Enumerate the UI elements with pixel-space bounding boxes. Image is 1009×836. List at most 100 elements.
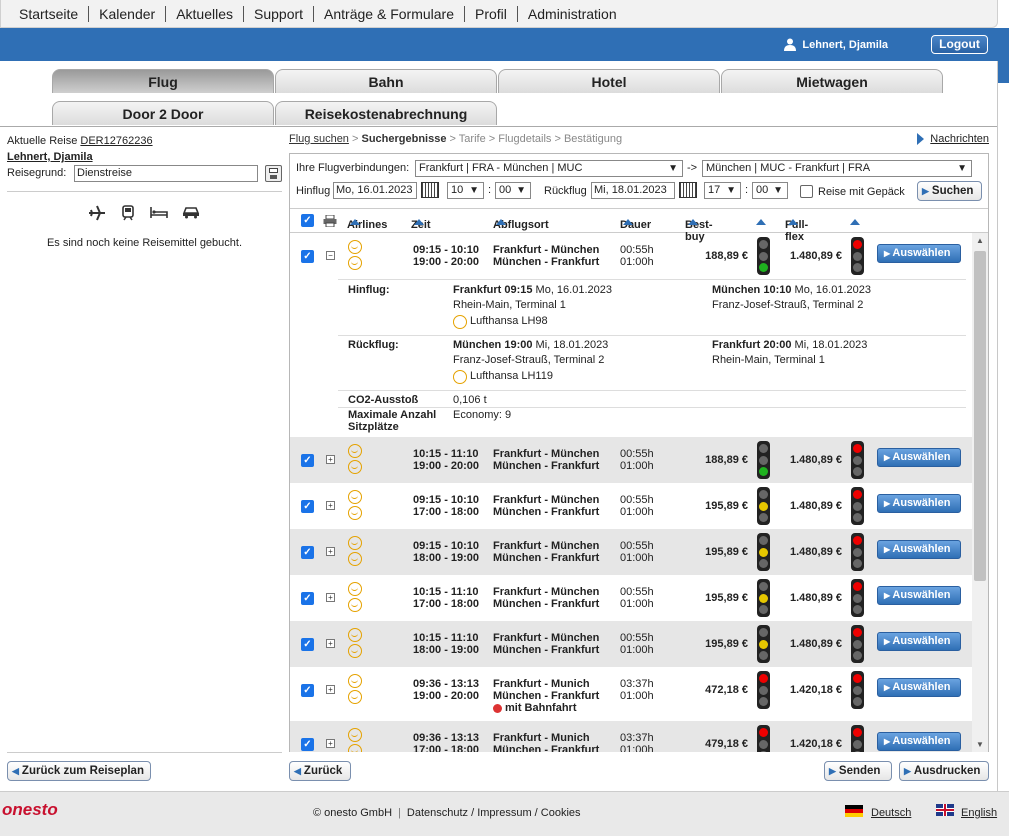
messages-link[interactable]: Nachrichten: [917, 133, 989, 145]
expand-toggle-icon[interactable]: +: [326, 547, 335, 556]
row-checkbox[interactable]: ✓: [301, 592, 314, 605]
tab-hotel[interactable]: Hotel: [498, 69, 720, 93]
nav-kalender[interactable]: Kalender: [89, 5, 167, 22]
sort-up-icon[interactable]: [688, 219, 698, 225]
no-bookings-text: Es sind noch keine Reisemittel gebucht.: [46, 237, 243, 249]
full-flex-price: 1.480,89 €: [790, 546, 842, 558]
uk-flag-icon[interactable]: [936, 804, 954, 816]
calendar-icon[interactable]: [421, 182, 439, 198]
sort-up-icon[interactable]: [414, 219, 424, 225]
detail-return-to-date: Mi, 18.01.2023: [791, 339, 868, 351]
traveler-link[interactable]: Lehnert, Djamila: [7, 151, 93, 163]
select-flight-button[interactable]: ▶ Auswählen: [877, 448, 961, 467]
back-button[interactable]: ◀ Zurück: [289, 761, 351, 781]
tab-bahn[interactable]: Bahn: [275, 69, 497, 93]
select-all-checkbox[interactable]: ✓: [301, 214, 314, 227]
expand-toggle-icon[interactable]: +: [326, 685, 335, 694]
expand-toggle-icon[interactable]: +: [326, 739, 335, 748]
crumb-flug-suchen[interactable]: Flug suchen: [289, 133, 349, 145]
best-buy-traffic-light-icon: [757, 671, 770, 709]
return-hour-select[interactable]: 17 ▼: [704, 182, 741, 199]
german-flag-icon[interactable]: [845, 805, 863, 817]
right-border: [997, 61, 998, 791]
return-minute-select[interactable]: 00 ▼: [752, 182, 788, 199]
search-button[interactable]: ▶ Suchen: [917, 181, 982, 201]
select-flight-label: Auswählen: [892, 635, 951, 647]
tab-mietwagen[interactable]: Mietwagen: [721, 69, 943, 93]
select-flight-button[interactable]: ▶ Auswählen: [877, 678, 961, 697]
row-checkbox[interactable]: ✓: [301, 250, 314, 263]
lang-deutsch[interactable]: Deutsch: [871, 807, 911, 819]
select-flight-button[interactable]: ▶ Auswählen: [877, 632, 961, 651]
lufthansa-crane-icon: [348, 506, 362, 520]
expand-toggle-icon[interactable]: +: [326, 501, 335, 510]
reason-input[interactable]: Dienstreise: [74, 165, 258, 182]
select-flight-button[interactable]: ▶ Auswählen: [877, 540, 961, 559]
outbound-date-input[interactable]: Mo, 16.01.2023: [333, 182, 417, 199]
full-flex-price: 1.420,18 €: [790, 684, 842, 696]
nav-support[interactable]: Support: [244, 5, 315, 22]
nav-administration[interactable]: Administration: [518, 6, 627, 22]
legal-links[interactable]: Datenschutz / Impressum / Cookies: [407, 807, 581, 819]
scrollbar-thumb[interactable]: [974, 251, 986, 581]
trip-id-link[interactable]: DER12762236: [80, 135, 152, 147]
send-button[interactable]: ▶ Senden: [824, 761, 892, 781]
duration-return: 01:00h: [620, 644, 654, 656]
save-icon[interactable]: [265, 165, 282, 182]
sort-up-icon[interactable]: [850, 219, 860, 225]
printer-icon[interactable]: [323, 215, 337, 227]
outbound-hour-select[interactable]: 10 ▼: [447, 182, 484, 199]
tab-reisekosten[interactable]: Reisekostenabrechnung: [275, 101, 497, 125]
detail-outbound-flight-no: Lufthansa LH98: [470, 315, 548, 327]
nav-startseite[interactable]: Startseite: [9, 5, 90, 22]
outbound-minute-select[interactable]: 00 ▼: [495, 182, 531, 199]
results-scrollbar[interactable]: ▲ ▼: [972, 233, 988, 752]
select-flight-button[interactable]: ▶ Auswählen: [877, 494, 961, 513]
tab-door2door[interactable]: Door 2 Door: [52, 101, 274, 125]
chevron-right-icon: ▶: [904, 766, 911, 776]
return-date-input[interactable]: Mi, 18.01.2023: [591, 182, 675, 199]
row-checkbox[interactable]: ✓: [301, 500, 314, 513]
select-flight-button[interactable]: ▶ Auswählen: [877, 244, 961, 263]
route-return: München - Frankfurt: [493, 460, 600, 472]
select-flight-button[interactable]: ▶ Auswählen: [877, 732, 961, 751]
print-button[interactable]: ▶ Ausdrucken: [899, 761, 989, 781]
nav-profil[interactable]: Profil: [465, 5, 518, 22]
calendar-icon[interactable]: [679, 182, 697, 198]
best-buy-price: 479,18 €: [705, 738, 748, 750]
sort-up-icon[interactable]: [623, 219, 633, 225]
best-buy-traffic-light-icon: [757, 533, 770, 571]
footer-copyright: © onesto GmbH | Datenschutz / Impressum / …: [313, 807, 581, 819]
expand-toggle-icon[interactable]: +: [326, 639, 335, 648]
row-checkbox[interactable]: ✓: [301, 546, 314, 559]
lang-english[interactable]: English: [961, 807, 997, 819]
scroll-down-icon[interactable]: ▼: [976, 740, 984, 749]
sort-up-icon[interactable]: [756, 219, 766, 225]
plane-icon: [89, 205, 105, 221]
messages-label[interactable]: Nachrichten: [930, 133, 989, 145]
scroll-up-icon[interactable]: ▲: [976, 236, 984, 245]
back-to-plan-button[interactable]: ◀ Zurück zum Reiseplan: [7, 761, 151, 781]
outbound-select[interactable]: Frankfurt | FRA - München | MUC ▼: [415, 160, 683, 177]
nav-antraege[interactable]: Anträge & Formulare: [314, 5, 465, 22]
row-checkbox[interactable]: ✓: [301, 738, 314, 751]
row-checkbox[interactable]: ✓: [301, 684, 314, 697]
expand-toggle-icon[interactable]: +: [326, 593, 335, 602]
luggage-checkbox[interactable]: [800, 185, 813, 198]
sort-up-icon[interactable]: [496, 219, 506, 225]
expand-toggle-icon[interactable]: −: [326, 251, 335, 260]
tab-flug[interactable]: Flug: [52, 69, 274, 93]
expand-toggle-icon[interactable]: +: [326, 455, 335, 464]
inbound-select[interactable]: München | MUC - Frankfurt | FRA ▼: [702, 160, 972, 177]
full-flex-price: 1.420,18 €: [790, 738, 842, 750]
logout-button[interactable]: Logout: [931, 35, 988, 54]
detail-outbound-from-time: Frankfurt 09:15: [453, 284, 533, 296]
row-checkbox[interactable]: ✓: [301, 454, 314, 467]
nav-aktuelles[interactable]: Aktuelles: [166, 5, 244, 22]
sort-up-icon[interactable]: [788, 219, 798, 225]
duration-return: 01:00h: [620, 744, 654, 752]
row-checkbox[interactable]: ✓: [301, 638, 314, 651]
select-flight-button[interactable]: ▶ Auswählen: [877, 586, 961, 605]
sort-up-icon[interactable]: [350, 219, 360, 225]
time-outbound: 09:36 - 13:13: [413, 732, 480, 744]
